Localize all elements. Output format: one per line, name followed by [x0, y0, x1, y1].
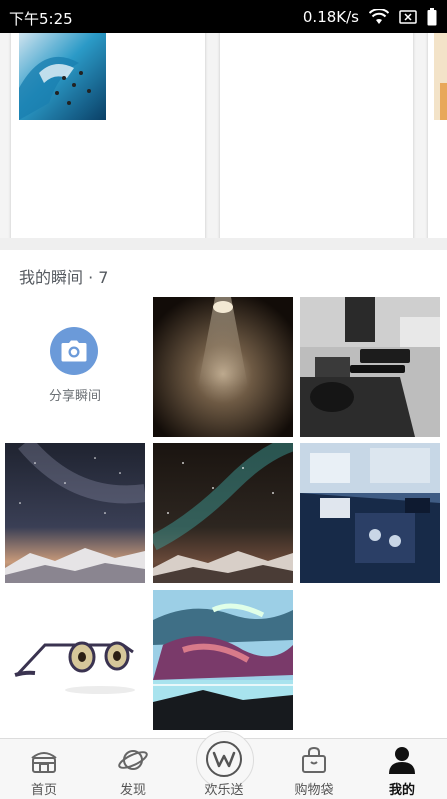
shopping-bag-icon [302, 746, 326, 773]
bottom-nav: 首页 发现 欢乐送 购物袋 我的 [0, 731, 447, 799]
moments-title: 我的瞬间 · 7 [19, 268, 109, 287]
planet-icon [118, 750, 148, 770]
camera-icon [61, 340, 87, 362]
share-moment-label: 分享瞬间 [48, 389, 101, 404]
moment-photo[interactable] [153, 443, 293, 583]
featured-card[interactable] [220, 33, 413, 238]
wifi-icon [369, 9, 389, 25]
moment-photo[interactable] [153, 590, 293, 730]
nav-item-home[interactable]: 首页 [4, 739, 84, 799]
featured-card[interactable] [428, 33, 447, 238]
person-icon [389, 747, 415, 774]
nav-item-discover[interactable]: 发现 [93, 739, 173, 799]
no-sim-icon [399, 10, 417, 24]
nav-item-shopping-bag[interactable]: 购物袋 [274, 739, 354, 799]
status-time: 下午5:25 [9, 10, 73, 28]
nav-item-happy-delivery[interactable]: 欢乐送 [184, 739, 264, 799]
featured-carousel[interactable] [0, 33, 447, 238]
battery-icon [427, 8, 437, 26]
moment-photo[interactable] [5, 443, 145, 583]
nav-label-shopping-bag: 购物袋 [294, 783, 334, 798]
moment-photo[interactable] [300, 297, 440, 437]
status-icons: 0.18K/s [303, 8, 437, 26]
nav-label-discover: 发现 [119, 783, 146, 798]
wave-thumbnail [19, 33, 106, 120]
moment-photo[interactable] [5, 590, 145, 730]
nav-label-home: 首页 [30, 783, 57, 798]
card-thumbnail [434, 33, 447, 120]
section-divider [0, 238, 447, 250]
w-logo-icon [206, 741, 242, 777]
nav-item-mine[interactable]: 我的 [362, 739, 442, 799]
moment-photo[interactable] [300, 443, 440, 583]
moment-photo[interactable] [153, 297, 293, 437]
nav-label-happy-delivery: 欢乐送 [204, 783, 244, 798]
nav-label-mine: 我的 [388, 783, 415, 798]
share-circle [50, 327, 98, 375]
home-icon [31, 752, 57, 773]
featured-card[interactable] [11, 33, 205, 238]
share-moment-button[interactable]: 分享瞬间 [5, 297, 145, 437]
network-speed: 0.18K/s [302, 8, 359, 26]
status-bar: 下午5:25 0.18K/s [0, 0, 447, 33]
